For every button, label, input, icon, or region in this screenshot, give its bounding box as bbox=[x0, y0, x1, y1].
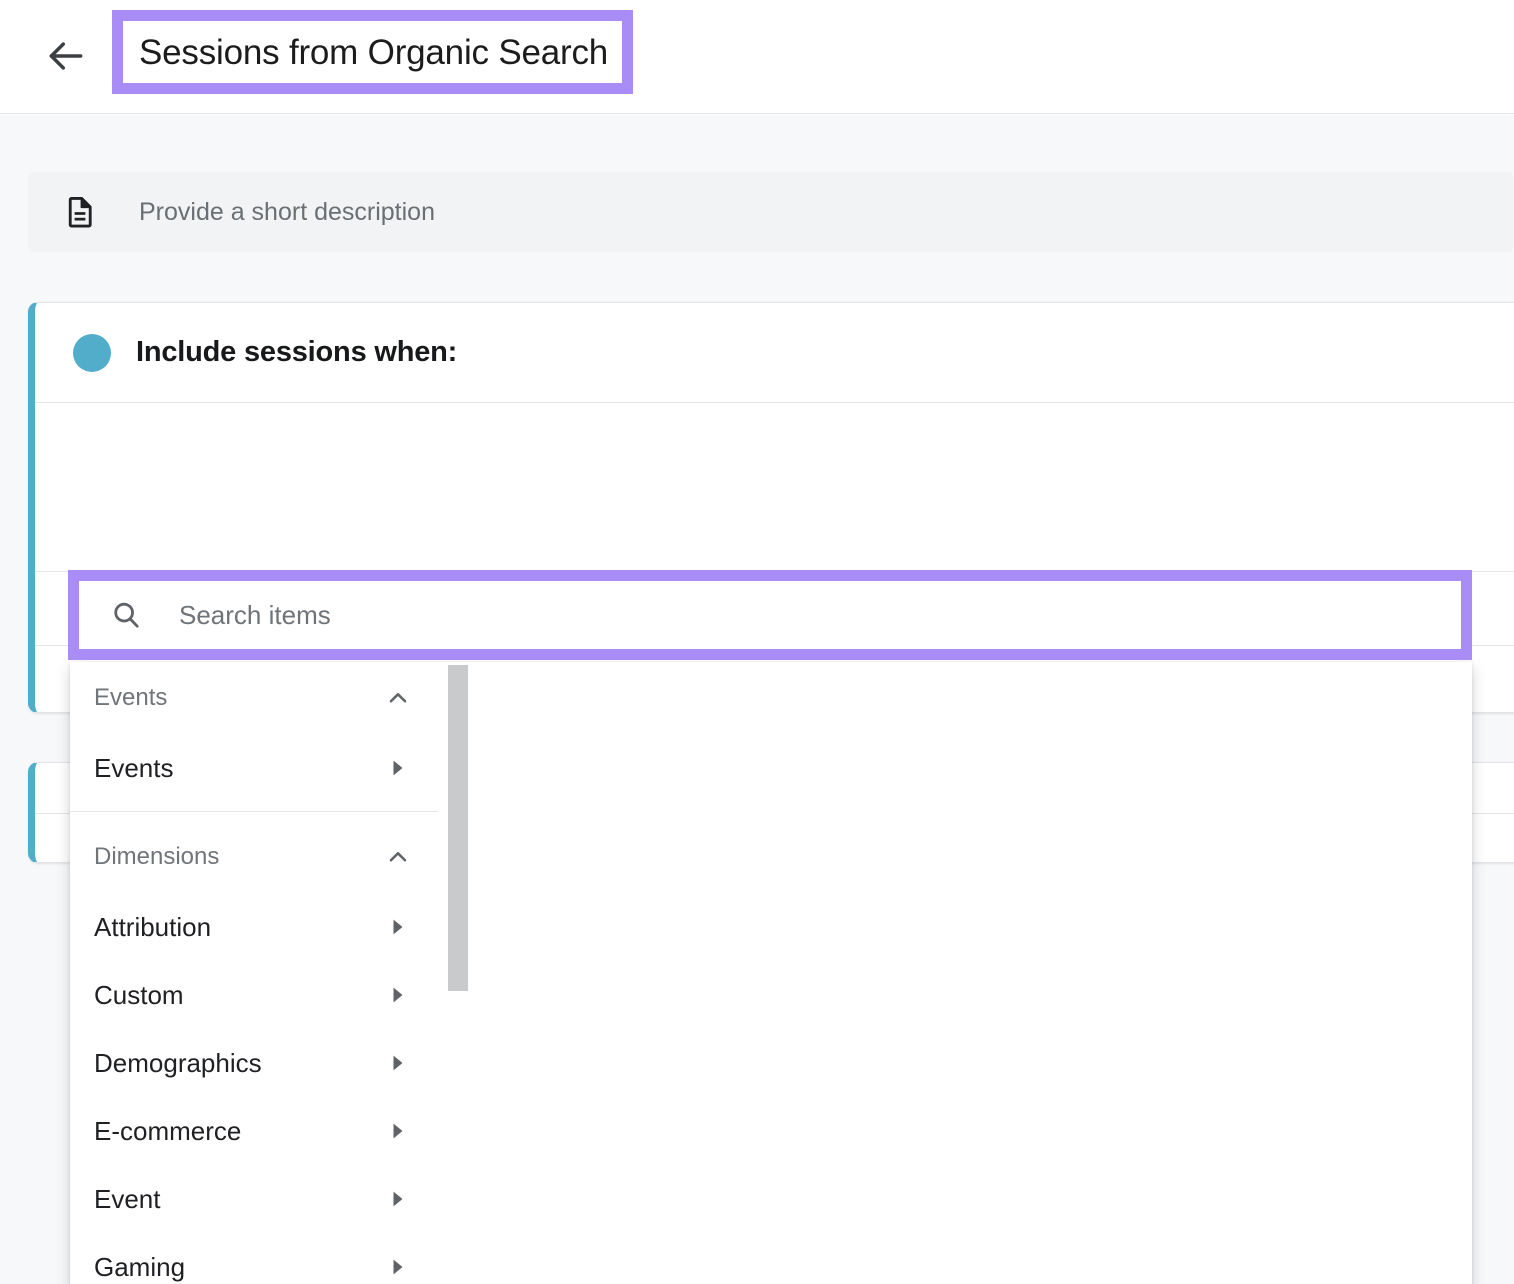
chevron-up-icon[interactable] bbox=[384, 844, 412, 870]
page-body: Provide a short description Include sess… bbox=[0, 115, 1514, 1284]
back-button[interactable] bbox=[36, 26, 96, 86]
dropdown-item-custom[interactable]: Custom bbox=[70, 961, 438, 1029]
dropdown-group-label: Dimensions bbox=[94, 843, 384, 871]
triangle-right-icon bbox=[384, 1258, 412, 1276]
dropdown-item-label: Demographics bbox=[94, 1048, 384, 1079]
dropdown-item-label: Event bbox=[94, 1184, 384, 1215]
page-header: Sessions from Organic Search bbox=[0, 0, 1514, 114]
condition-dot-icon bbox=[73, 334, 111, 372]
dropdown-group-header-events[interactable]: Events bbox=[70, 662, 438, 734]
dropdown-scrollbar-thumb[interactable] bbox=[448, 665, 468, 991]
search-items-highlight bbox=[68, 570, 1472, 660]
page-title-highlight: Sessions from Organic Search bbox=[112, 10, 633, 94]
search-input[interactable] bbox=[179, 600, 1441, 631]
dropdown-item-events[interactable]: Events bbox=[70, 734, 438, 802]
include-sessions-label: Include sessions when: bbox=[136, 336, 457, 369]
dropdown-item-gaming[interactable]: Gaming bbox=[70, 1233, 438, 1284]
triangle-right-icon bbox=[384, 1190, 412, 1208]
dropdown-item-e-commerce[interactable]: E-commerce bbox=[70, 1097, 438, 1165]
triangle-right-icon bbox=[384, 918, 412, 936]
dropdown-item-label: Custom bbox=[94, 980, 384, 1011]
dropdown-item-event[interactable]: Event bbox=[70, 1165, 438, 1233]
dropdown-menu-column: Events Events Dimensions bbox=[70, 662, 438, 1284]
triangle-right-icon bbox=[384, 986, 412, 1004]
dropdown-item-label: Events bbox=[94, 753, 384, 784]
dropdown-item-label: E-commerce bbox=[94, 1116, 384, 1147]
dropdown-group-label: Events bbox=[94, 684, 384, 712]
items-dropdown-panel: Events Events Dimensions bbox=[70, 662, 1472, 1284]
dropdown-item-attribution[interactable]: Attribution bbox=[70, 893, 438, 961]
app-root: Sessions from Organic Search Provide a s… bbox=[0, 0, 1514, 1284]
description-placeholder: Provide a short description bbox=[139, 198, 435, 227]
search-items-field[interactable] bbox=[79, 581, 1461, 649]
dropdown-group-header-dimensions[interactable]: Dimensions bbox=[70, 821, 438, 893]
triangle-right-icon bbox=[384, 759, 412, 777]
triangle-right-icon bbox=[384, 1122, 412, 1140]
document-icon bbox=[62, 194, 98, 230]
page-title: Sessions from Organic Search bbox=[139, 35, 608, 70]
chevron-up-icon[interactable] bbox=[384, 685, 412, 711]
description-field[interactable]: Provide a short description bbox=[28, 172, 1514, 252]
include-sessions-header: Include sessions when: bbox=[35, 303, 1514, 403]
dropdown-item-demographics[interactable]: Demographics bbox=[70, 1029, 438, 1097]
dropdown-group-divider bbox=[70, 811, 438, 812]
dropdown-item-label: Attribution bbox=[94, 912, 384, 943]
dropdown-item-label: Gaming bbox=[94, 1252, 384, 1283]
arrow-left-icon bbox=[44, 34, 88, 78]
triangle-right-icon bbox=[384, 1054, 412, 1072]
search-icon bbox=[109, 598, 143, 632]
